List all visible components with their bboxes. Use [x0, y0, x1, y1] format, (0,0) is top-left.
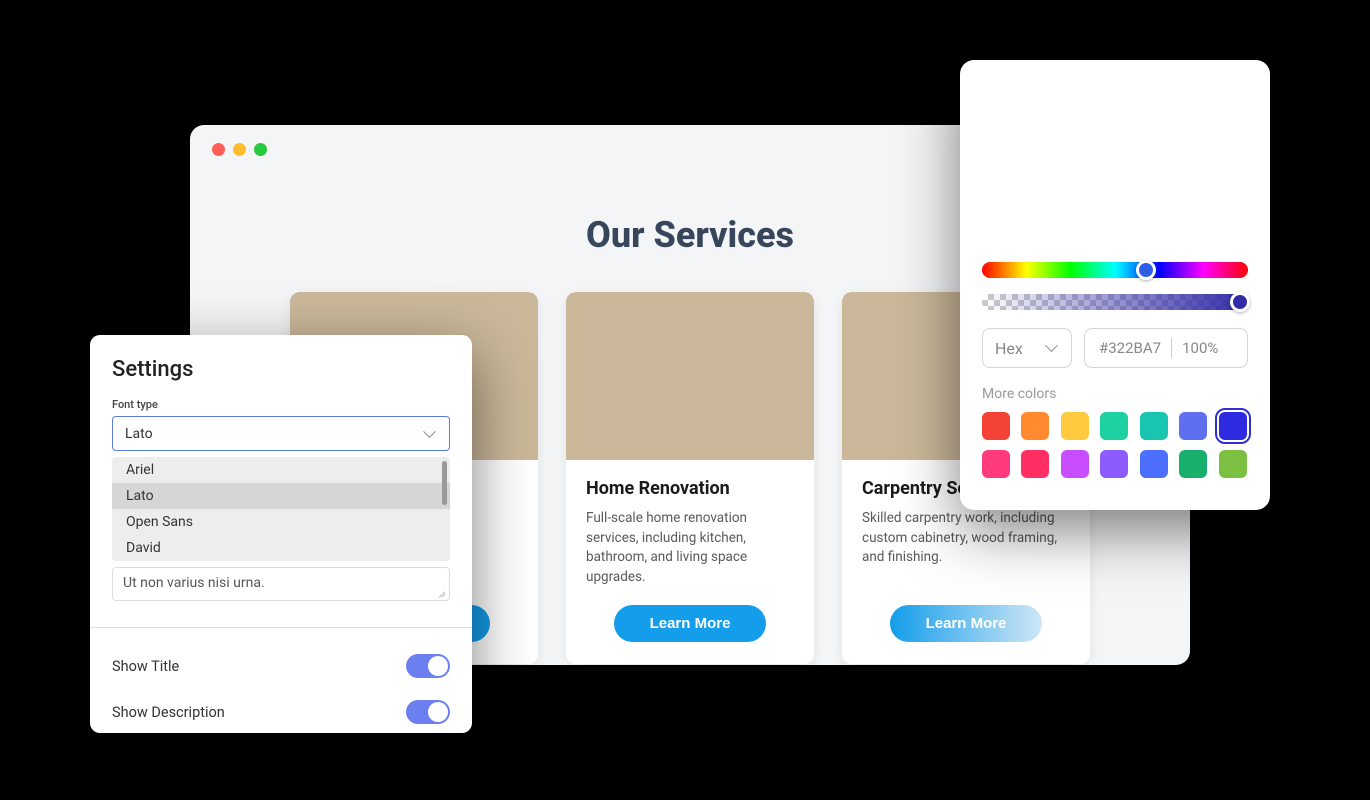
divider — [1171, 338, 1172, 358]
alpha-slider[interactable] — [982, 294, 1248, 310]
color-swatch[interactable] — [1219, 412, 1247, 440]
color-format-select[interactable]: Hex — [982, 328, 1072, 368]
service-title: Home Renovation — [586, 478, 794, 499]
show-description-row: Show Description — [112, 700, 450, 724]
alpha-thumb[interactable] — [1230, 292, 1250, 312]
font-select-value: Lato — [125, 426, 153, 442]
color-swatch[interactable] — [1140, 412, 1168, 440]
color-inputs-row: Hex #322BA7 100% — [982, 328, 1248, 368]
show-description-label: Show Description — [112, 704, 225, 721]
learn-more-button[interactable]: Learn More — [890, 605, 1043, 642]
service-description: Full-scale home renovation services, inc… — [586, 509, 794, 587]
divider — [90, 627, 472, 628]
color-swatch[interactable] — [1179, 450, 1207, 478]
service-image — [566, 292, 814, 460]
color-swatch[interactable] — [1061, 450, 1089, 478]
color-swatch[interactable] — [1140, 450, 1168, 478]
opacity-value: 100% — [1182, 339, 1218, 357]
show-title-toggle[interactable] — [406, 654, 450, 678]
font-select[interactable]: Lato — [112, 416, 450, 451]
swatch-grid — [982, 412, 1248, 478]
color-swatch[interactable] — [1100, 412, 1128, 440]
color-saturation-area[interactable] — [982, 82, 1248, 262]
color-swatch[interactable] — [982, 450, 1010, 478]
color-swatch[interactable] — [1100, 450, 1128, 478]
show-description-toggle[interactable] — [406, 700, 450, 724]
color-format-value: Hex — [995, 339, 1023, 358]
font-type-label: Font type — [112, 398, 450, 411]
color-swatch[interactable] — [1179, 412, 1207, 440]
color-swatch[interactable] — [982, 412, 1010, 440]
font-option[interactable]: Lato — [112, 483, 450, 509]
color-swatch[interactable] — [1021, 412, 1049, 440]
service-card: Home Renovation Full-scale home renovati… — [566, 292, 814, 664]
more-colors-label: More colors — [982, 386, 1248, 402]
window-minimize-dot[interactable] — [233, 143, 246, 156]
sample-textarea[interactable]: Ut non varius nisi urna. — [112, 567, 450, 601]
chevron-down-icon — [1047, 344, 1059, 352]
hex-input[interactable]: #322BA7 100% — [1084, 328, 1248, 368]
hex-value: #322BA7 — [1099, 339, 1161, 357]
color-swatch[interactable] — [1021, 450, 1049, 478]
font-option[interactable]: Ariel — [112, 457, 450, 483]
font-option[interactable]: Open Sans — [112, 509, 450, 535]
color-picker-panel: Hex #322BA7 100% More colors — [960, 60, 1270, 510]
settings-title: Settings — [112, 357, 450, 382]
font-option[interactable]: David — [112, 535, 450, 561]
window-maximize-dot[interactable] — [254, 143, 267, 156]
show-title-row: Show Title — [112, 654, 450, 678]
hue-thumb[interactable] — [1136, 260, 1156, 280]
resize-handle-icon[interactable] — [436, 587, 446, 597]
color-swatch[interactable] — [1061, 412, 1089, 440]
show-title-label: Show Title — [112, 658, 179, 675]
color-swatch[interactable] — [1219, 450, 1247, 478]
window-close-dot[interactable] — [212, 143, 225, 156]
dropdown-scrollbar[interactable] — [442, 461, 447, 505]
learn-more-button[interactable]: Learn More — [614, 605, 767, 642]
hue-slider[interactable] — [982, 262, 1248, 278]
settings-panel: Settings Font type Lato Ariel Lato Open … — [90, 335, 472, 733]
sample-text: Ut non varius nisi urna. — [123, 575, 265, 591]
service-description: Skilled carpentry work, including custom… — [862, 509, 1070, 587]
font-dropdown-list: Ariel Lato Open Sans David — [112, 457, 450, 561]
chevron-down-icon — [425, 430, 437, 438]
